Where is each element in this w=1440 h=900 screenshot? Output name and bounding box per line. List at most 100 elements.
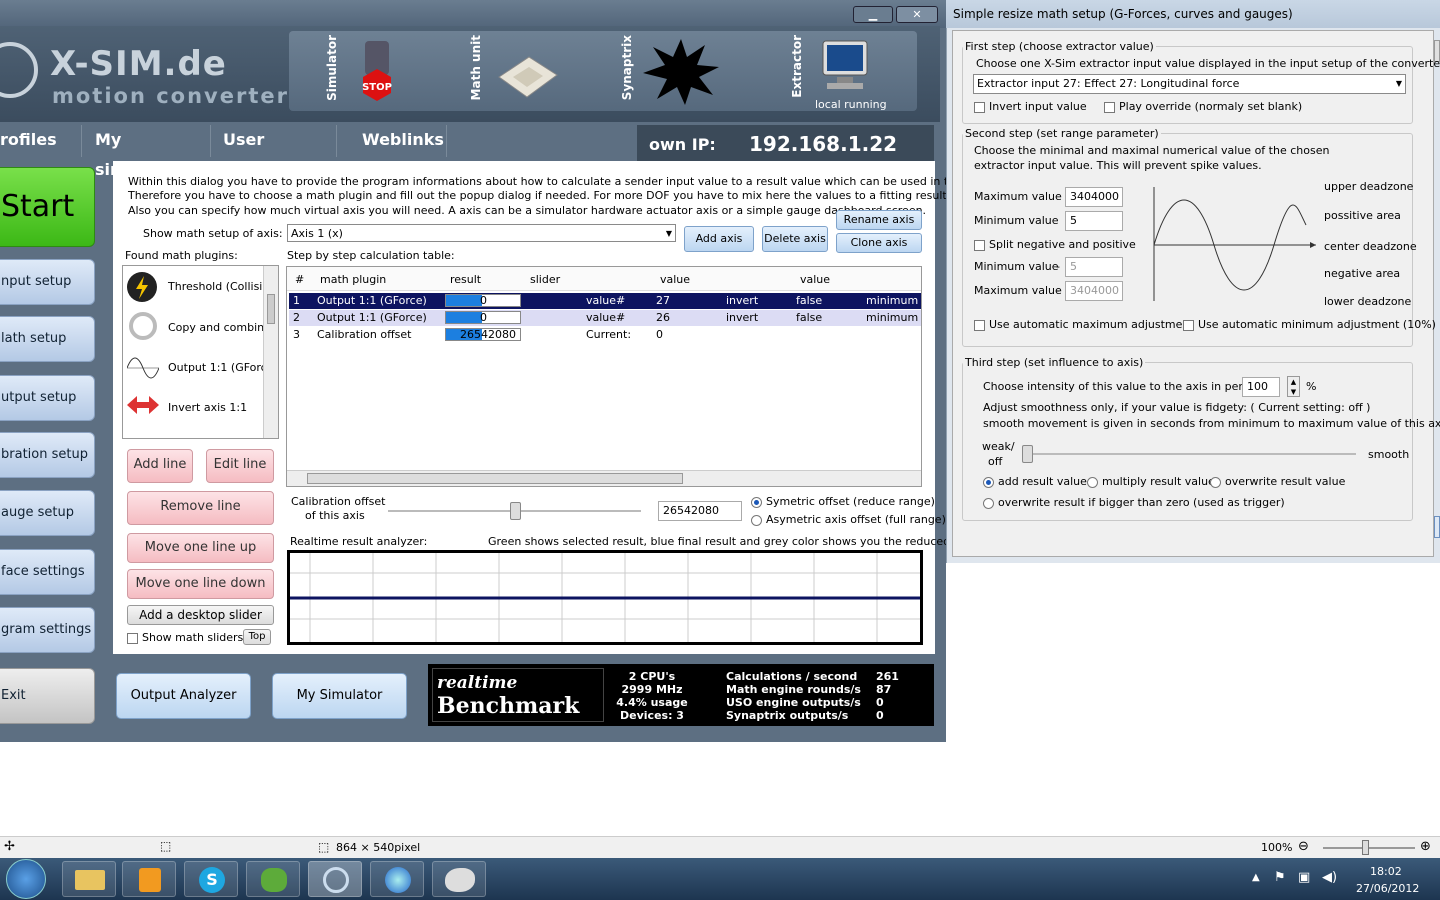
- plugin-list[interactable]: Threshold (Collision) Copy and combine O…: [122, 265, 279, 439]
- sidebar-interface-settings[interactable]: face settings: [0, 549, 95, 595]
- rename-axis-button[interactable]: Rename axis: [836, 210, 922, 230]
- overwrite-trigger-radio[interactable]: overwrite result if bigger than zero (us…: [983, 496, 1285, 509]
- symmetric-offset-radio[interactable]: Symetric offset (reduce range): [751, 495, 935, 508]
- explorer-icon[interactable]: [62, 861, 116, 897]
- xsim-taskbar-icon[interactable]: [308, 861, 362, 897]
- table-row[interactable]: 1 Output 1:1 (GForce) 0 value# 27 invert…: [289, 293, 921, 309]
- zoom-slider-thumb[interactable]: [1362, 840, 1369, 855]
- auto-min-checkbox[interactable]: Use automatic minimum adjustment (10%): [1183, 318, 1436, 331]
- sidebar-program-settings[interactable]: gram settings: [0, 607, 95, 653]
- intensity-field[interactable]: 100: [1242, 377, 1280, 397]
- sidebar-calibration-setup[interactable]: bration setup: [0, 432, 95, 478]
- plugin-list-scrollbar[interactable]: [263, 266, 278, 438]
- windows-start-icon[interactable]: [6, 859, 46, 899]
- sidebar-gauge-setup[interactable]: auge setup: [0, 490, 95, 536]
- neg-max-label: Maximum value: [974, 284, 1062, 297]
- col-header-result: result: [450, 273, 482, 286]
- nav-my-simulator[interactable]: My simulator: [83, 125, 211, 179]
- show-math-sliders-checkbox[interactable]: Show math sliders: [127, 631, 243, 644]
- sidebar-math-setup[interactable]: lath setup: [0, 316, 95, 362]
- clock-time[interactable]: 18:02: [1370, 865, 1402, 878]
- top-button[interactable]: Top: [243, 629, 271, 645]
- calib-slider-thumb[interactable]: [510, 502, 521, 520]
- max-value-field[interactable]: 3404000: [1065, 187, 1123, 207]
- hscrollbar-thumb[interactable]: [307, 473, 683, 484]
- extractor-label: Extractor: [790, 35, 804, 98]
- side-button[interactable]: [1434, 516, 1440, 538]
- plugin-item-copy-combine[interactable]: Copy and combine: [168, 321, 271, 334]
- smoothness-slider-thumb[interactable]: [1022, 445, 1033, 463]
- row-plugin: Output 1:1 (GForce): [317, 311, 427, 324]
- clock-date[interactable]: 27/06/2012: [1356, 882, 1419, 895]
- scrollbar-thumb[interactable]: [267, 294, 275, 324]
- table-row[interactable]: 2 Output 1:1 (GForce) 0 value# 26 invert…: [289, 310, 921, 326]
- output-analyzer-button[interactable]: Output Analyzer: [116, 673, 251, 719]
- neg-max-field[interactable]: 3404000: [1065, 281, 1123, 301]
- simulator-seat-icon[interactable]: STOP: [351, 39, 403, 103]
- add-axis-button[interactable]: Add axis: [684, 226, 754, 252]
- skype-icon[interactable]: S: [184, 861, 238, 897]
- clone-axis-button[interactable]: Clone axis: [836, 233, 922, 253]
- zoom-out-icon[interactable]: ⊖: [1298, 839, 1309, 854]
- invert-input-checkbox[interactable]: Invert input value: [974, 100, 1087, 113]
- plugin-item-output-gforce[interactable]: Output 1:1 (GForce): [168, 361, 278, 374]
- add-result-radio[interactable]: add result value: [983, 475, 1087, 488]
- my-simulator-button[interactable]: My Simulator: [272, 673, 407, 719]
- nav-profiles[interactable]: rofiles: [0, 125, 82, 157]
- extractor-input-select[interactable]: Extractor input 27: Effect 27: Longitudi…: [973, 74, 1406, 94]
- sidebar-input-setup[interactable]: nput setup: [0, 259, 95, 305]
- neg-min-label: Minimum value: [974, 260, 1059, 273]
- play-override-checkbox[interactable]: Play override (normaly set blank): [1104, 100, 1302, 113]
- intensity-spinner[interactable]: ▲ ▼: [1287, 376, 1300, 397]
- calib-value-field[interactable]: 26542080: [658, 501, 742, 521]
- calculation-table[interactable]: # math plugin result slider value value …: [286, 266, 922, 487]
- auto-max-checkbox[interactable]: Use automatic maximum adjustment: [974, 318, 1194, 331]
- add-desktop-slider-button[interactable]: Add a desktop slider: [127, 605, 274, 625]
- smoothness-label: Adjust smoothness only, if your value is…: [983, 401, 1371, 414]
- nav-user-manual[interactable]: User manual: [211, 125, 337, 179]
- remove-line-button[interactable]: Remove line: [127, 491, 274, 525]
- nav-weblinks[interactable]: Weblinks: [337, 125, 447, 157]
- range-curve-graph: [1138, 185, 1318, 303]
- edit-line-button[interactable]: Edit line: [206, 449, 274, 483]
- multiply-result-radio[interactable]: multiply result value: [1087, 475, 1215, 488]
- exit-button[interactable]: Exit: [0, 668, 95, 724]
- computer-icon[interactable]: [815, 37, 875, 95]
- asymmetric-offset-radio[interactable]: Asymetric axis offset (full range): [751, 513, 946, 526]
- move-up-button[interactable]: Move one line up: [127, 533, 274, 563]
- axis-select[interactable]: Axis 1 (x): [287, 224, 676, 243]
- row-cell: Current:: [586, 328, 632, 341]
- add-line-button[interactable]: Add line: [127, 449, 193, 483]
- table-row[interactable]: 3 Calibration offset 26542080 Current: 0: [289, 327, 921, 343]
- delete-axis-button[interactable]: Delete axis: [762, 226, 828, 252]
- step2-legend: Second step (set range parameter): [965, 127, 1159, 140]
- plugin-item-invert-axis[interactable]: Invert axis 1:1: [168, 401, 247, 414]
- min-value-field[interactable]: 5: [1065, 211, 1123, 231]
- media-player-icon[interactable]: [122, 861, 176, 897]
- zoom-slider-track[interactable]: [1323, 847, 1415, 849]
- invert-axis-icon: [127, 394, 159, 416]
- sidebar-output-setup[interactable]: utput setup: [0, 375, 95, 421]
- calib-sublabel: of this axis: [305, 509, 365, 522]
- cpu-chip-icon[interactable]: [493, 51, 563, 103]
- row-cell: invert: [726, 294, 759, 307]
- network-icon[interactable]: ▣: [1298, 870, 1310, 885]
- volume-icon[interactable]: ◀): [1322, 870, 1337, 885]
- tray-expand-icon[interactable]: ▲: [1252, 872, 1260, 883]
- paint-icon[interactable]: [432, 861, 486, 897]
- table-hscrollbar[interactable]: [287, 470, 921, 486]
- cpu-usage: 4.4% usage: [616, 696, 688, 709]
- messenger-icon[interactable]: [246, 861, 300, 897]
- neg-min-field[interactable]: 5: [1065, 257, 1123, 277]
- split-checkbox[interactable]: Split negative and positive: [974, 238, 1136, 251]
- move-down-button[interactable]: Move one line down: [127, 569, 274, 599]
- overwrite-result-radio[interactable]: overwrite result value: [1210, 475, 1345, 488]
- minimize-button[interactable]: ▁: [853, 6, 893, 23]
- browser-icon[interactable]: [370, 861, 424, 897]
- zoom-in-icon[interactable]: ⊕: [1420, 839, 1431, 854]
- synaptrix-burst-icon[interactable]: [641, 37, 721, 107]
- action-center-icon[interactable]: ⚑: [1274, 870, 1286, 885]
- close-button[interactable]: ✕: [896, 6, 938, 23]
- smoothness-slider-track[interactable]: [1022, 453, 1356, 455]
- start-button[interactable]: Start: [0, 167, 95, 247]
